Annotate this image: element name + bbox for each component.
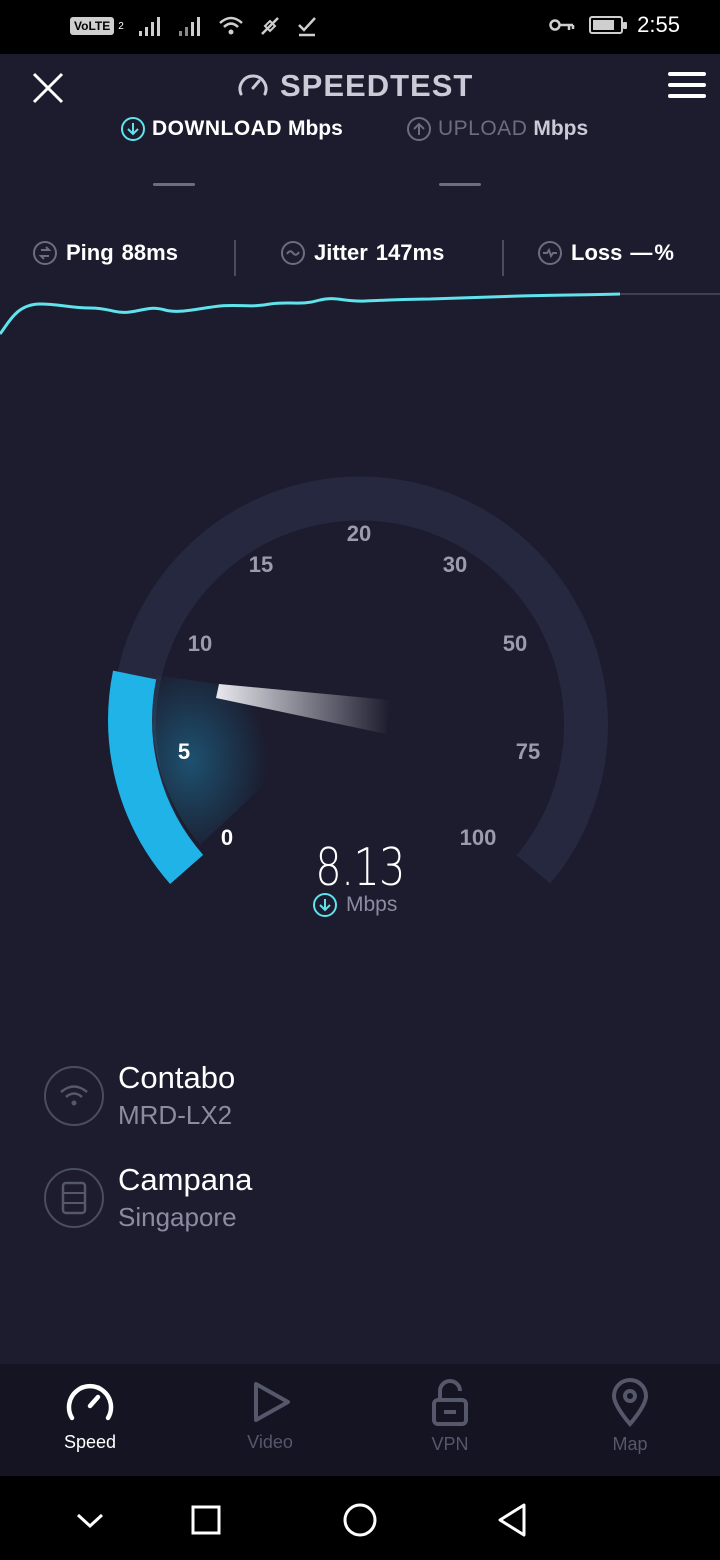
nav-recents-button[interactable] [182,1496,230,1544]
data-saver-icon [260,17,279,35]
current-speed-unit: Mbps [312,892,397,918]
volte-badge: VoLTE [70,17,115,35]
loss-stat: Loss — % [537,240,674,266]
vpn-key-icon [549,19,575,31]
provider-info[interactable]: Contabo MRD-LX2 [44,1060,235,1131]
gauge-tick-label: 30 [442,552,468,577]
lock-icon [432,1379,468,1426]
gauge-tick-label: 50 [502,631,528,656]
gauge-tick-label: 5 [177,739,191,764]
server-name: Campana [118,1162,253,1197]
loss-icon [538,241,562,265]
ping-stat: Ping 88ms [32,240,178,266]
stats-divider [502,240,504,276]
status-bar: VoLTE 2 2:55 [0,0,720,54]
square-icon [191,1505,221,1535]
tab-label: Video [247,1432,293,1452]
upload-unit: Mbps [533,117,589,140]
speedometer-icon [66,1383,114,1421]
bottom-tab-bar: Speed Video VPN Map [0,1364,720,1476]
check-download-icon [297,17,316,37]
menu-button[interactable] [668,72,706,102]
current-speed-value: 8.13 [315,838,405,898]
menu-line [668,83,706,87]
tab-label: Speed [63,1432,117,1452]
download-arrow-icon [121,117,145,141]
gauge-tick-label: 75 [515,739,541,764]
gauge-tick-label: 10 [187,631,213,656]
nav-home-button[interactable] [336,1496,384,1544]
upload-label: UPLOAD [438,117,528,140]
tab-speed[interactable]: Speed [0,1364,180,1476]
server-location: Singapore [118,1202,237,1232]
menu-line [668,94,706,98]
sim-index: 2 [118,20,124,32]
system-nav-bar [0,1476,720,1560]
upload-metric-header: UPLOAD Mbps [406,116,588,142]
download-value-placeholder [153,183,195,186]
nav-back-button[interactable] [488,1496,536,1544]
play-icon [254,1382,290,1422]
signal-icon-2 [178,17,200,36]
signal-icon [138,17,160,36]
status-right: 2:55 [549,12,680,38]
tab-vpn[interactable]: VPN [360,1364,540,1476]
tab-label: VPN [431,1434,469,1454]
server-text: Campana Singapore [118,1162,252,1233]
menu-line [668,72,706,76]
gauge-tick-label: 20 [346,521,372,546]
close-icon [32,72,64,104]
map-pin-icon [611,1378,649,1428]
download-unit: Mbps [287,117,343,140]
download-arrow-icon [313,893,337,917]
wifi-status-icon [218,16,243,35]
server-info[interactable]: Campana Singapore [44,1162,252,1233]
jitter-icon [281,241,305,265]
speed-unit-label: Mbps [346,893,398,916]
provider-device: MRD-LX2 [118,1100,233,1130]
speed-graph [0,292,720,335]
circle-icon [343,1503,377,1537]
download-metric-header: DOWNLOAD Mbps [120,116,343,142]
upload-arrow-icon [407,117,431,141]
tab-video[interactable]: Video [180,1364,360,1476]
download-label: DOWNLOAD [152,117,282,140]
jitter-value: 147ms [375,240,445,265]
battery-icon [589,16,628,34]
tab-label: Map [612,1434,648,1454]
stats-divider [234,240,236,276]
upload-value-placeholder [439,183,481,186]
speed-graph-line [0,292,621,335]
server-icon [61,1181,87,1214]
ping-value: 88ms [121,240,178,265]
status-left: VoLTE 2 [70,14,318,38]
loss-value: — [630,240,653,265]
tab-map[interactable]: Map [540,1364,720,1476]
back-triangle-icon [498,1503,526,1537]
gauge-tick-label: 15 [248,552,274,577]
wifi-icon [60,1084,88,1105]
loss-label: Loss [571,240,623,265]
status-time: 2:55 [637,12,680,37]
app-header: SPEEDTEST [0,54,720,124]
jitter-label: Jitter [314,240,368,265]
jitter-stat: Jitter 147ms [280,240,444,266]
close-button[interactable] [28,68,68,108]
ping-icon [33,241,57,265]
nav-collapse-button[interactable] [66,1496,114,1544]
app-title-text: SPEEDTEST [280,68,474,103]
provider-text: Contabo MRD-LX2 [118,1060,235,1131]
server-icon-circle [44,1167,104,1228]
ping-label: Ping [66,240,114,265]
app-title: SPEEDTEST [236,68,473,104]
chevron-down-icon [76,1513,104,1529]
loss-unit: % [654,240,674,265]
provider-name: Contabo [118,1060,236,1095]
battery-level-fill [593,20,615,30]
provider-icon-circle [44,1065,104,1126]
speedometer-logo-icon [238,74,268,96]
